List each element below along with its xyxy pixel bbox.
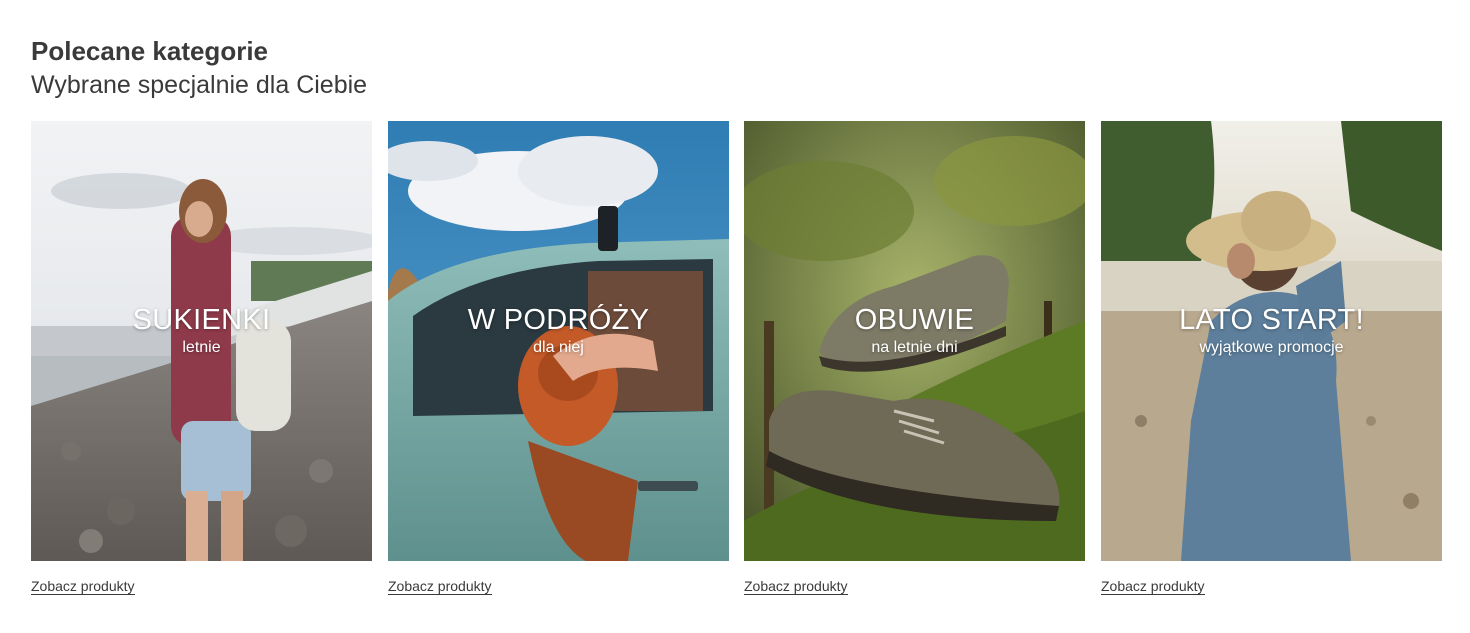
category-image-sukienki[interactable]: SUKIENKI letnie (31, 121, 372, 561)
category-card-w-podrozy: W PODRÓŻY dla niej Zobacz produkty (388, 121, 729, 596)
card-subtitle: dla niej (533, 339, 584, 356)
category-image-obuwie[interactable]: OBUWIE na letnie dni (744, 121, 1085, 561)
card-subtitle: na letnie dni (871, 339, 958, 356)
card-caption: SUKIENKI letnie (31, 303, 372, 359)
category-card-obuwie: OBUWIE na letnie dni Zobacz produkty (744, 121, 1085, 596)
section-title: Polecane kategorie (31, 36, 268, 66)
recommended-categories-section: Polecane kategorie Wybrane specjalnie dl… (31, 34, 1442, 595)
section-subtitle: Wybrane specjalnie dla Ciebie (31, 71, 368, 99)
card-subtitle: wyjątkowe promocje (1199, 339, 1344, 356)
card-title: OBUWIE (854, 304, 975, 336)
card-subtitle: letnie (182, 339, 221, 356)
card-title: W PODRÓŻY (467, 304, 650, 336)
see-products-link[interactable]: Zobacz produkty (31, 578, 135, 595)
see-products-link[interactable]: Zobacz produkty (388, 578, 492, 595)
category-card-lato-start: LATO START! wyjątkowe promocje Zobacz pr… (1101, 121, 1442, 596)
card-caption: LATO START! wyjątkowe promocje (1101, 303, 1442, 359)
category-image-lato-start[interactable]: LATO START! wyjątkowe promocje (1101, 121, 1442, 561)
category-image-w-podrozy[interactable]: W PODRÓŻY dla niej (388, 121, 729, 561)
card-title: LATO START! (1179, 304, 1364, 336)
card-title: SUKIENKI (132, 304, 271, 336)
card-caption: W PODRÓŻY dla niej (388, 303, 729, 359)
see-products-link[interactable]: Zobacz produkty (1101, 578, 1205, 595)
see-products-link[interactable]: Zobacz produkty (744, 578, 848, 595)
category-card-sukienki: SUKIENKI letnie Zobacz produkty (31, 121, 372, 596)
card-caption: OBUWIE na letnie dni (744, 303, 1085, 359)
category-cards: SUKIENKI letnie Zobacz produkty W PODRÓŻ… (31, 121, 1442, 601)
